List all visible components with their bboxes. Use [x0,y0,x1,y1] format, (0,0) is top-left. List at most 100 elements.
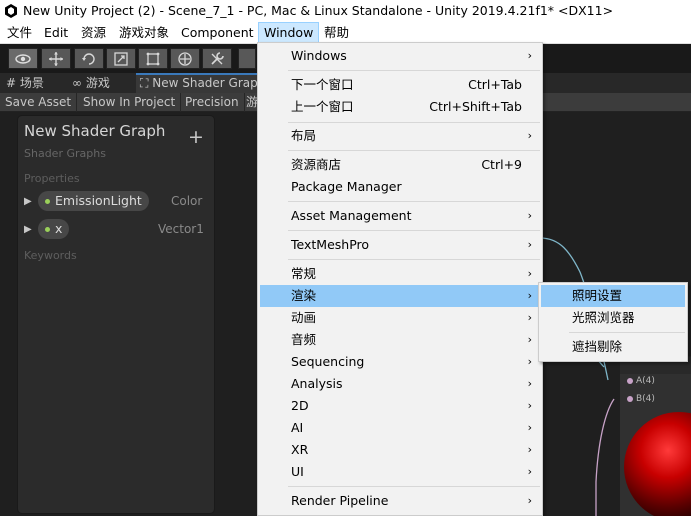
submenu-arrow-icon: › [527,289,532,302]
menu-separator [569,332,685,333]
type-dot-icon [45,199,50,204]
menu-edit[interactable]: Edit [39,22,73,43]
submenu-arrow-icon: › [527,465,532,478]
tab-shader-graph[interactable]: ⛶ New Shader Grap [136,73,260,93]
view-tool-button[interactable] [8,48,38,69]
menu-item-light-explorer[interactable]: 光照浏览器 [541,307,685,329]
shader-graph-icon: ⛶ [140,76,149,90]
rotate-icon [82,52,95,65]
eye-icon [15,53,31,64]
add-property-button[interactable]: + [188,128,204,147]
menu-bar: 文件 Edit 资源 游戏对象 Component Window 帮助 [0,22,691,44]
window-menu: Windows › 下一个窗口 Ctrl+Tab 上一个窗口 Ctrl+Shift+T… [257,42,543,516]
menu-separator [288,230,540,231]
menu-item-ui[interactable]: UI › [260,461,540,483]
port-dot-icon [627,395,633,402]
menu-item-occlusion-culling[interactable]: 遮挡剔除 [541,336,685,358]
property-pill-emissionlight[interactable]: EmissionLight [38,191,149,211]
submenu-arrow-icon: › [527,443,532,456]
submenu-arrow-icon: › [527,129,532,142]
move-tool-button[interactable] [41,48,71,69]
menu-item-lighting-settings[interactable]: 照明设置 [541,285,685,307]
tab-scene[interactable]: # 场景 [2,73,44,93]
transform-icon [178,51,192,66]
menu-item-layout[interactable]: 布局 › [260,125,540,147]
menu-window[interactable]: Window [258,22,320,43]
property-name: x [55,221,63,236]
title-bar: New Unity Project (2) - Scene_7_1 - PC, … [0,0,691,22]
pivot-toggle-button[interactable] [238,48,256,69]
menu-item-package-manager[interactable]: Package Manager [260,176,540,198]
keywords-section-label: Keywords [24,249,77,262]
menu-item-sequencing[interactable]: Sequencing › [260,351,540,373]
menu-item-ai[interactable]: AI › [260,417,540,439]
menu-item-rendering[interactable]: 渲染 › [260,285,540,307]
submenu-arrow-icon: › [527,355,532,368]
menu-separator [288,150,540,151]
menu-assets[interactable]: 资源 [76,22,111,43]
blackboard-subtitle: Shader Graphs [24,147,106,160]
tab-game-label: 游戏 [85,76,110,90]
menu-item-next-window[interactable]: 下一个窗口 Ctrl+Tab [260,74,540,96]
menu-item-asset-management[interactable]: Asset Management › [260,205,540,227]
property-type: Color [171,194,203,208]
submenu-arrow-icon: › [527,209,532,222]
wrench-icon [211,51,224,65]
submenu-arrow-icon: › [527,333,532,346]
save-asset-button[interactable]: Save Asset [0,93,78,112]
window-title: New Unity Project (2) - Scene_7_1 - PC, … [23,3,614,18]
submenu-arrow-icon: › [527,494,532,507]
unity-logo-icon [5,4,17,18]
submenu-arrow-icon: › [527,399,532,412]
tab-shader-graph-label: New Shader Grap [152,76,258,90]
menu-separator [288,486,540,487]
node-port-a[interactable]: A(4) [627,376,655,386]
menu-item-xr[interactable]: XR › [260,439,540,461]
menu-item-prev-window[interactable]: 上一个窗口 Ctrl+Shift+Tab [260,96,540,118]
property-pill-x[interactable]: x [38,219,70,239]
tab-game[interactable]: ∞ 游戏 [68,73,110,93]
rect-tool-button[interactable] [138,48,168,69]
menu-item-textmeshpro[interactable]: TextMeshPro › [260,234,540,256]
rendering-submenu: 照明设置 光照浏览器 遮挡剔除 [538,282,688,362]
menu-item-asset-store[interactable]: 资源商店 Ctrl+9 [260,154,540,176]
rotate-tool-button[interactable] [74,48,104,69]
submenu-arrow-icon: › [527,49,532,62]
menu-item-analysis[interactable]: Analysis › [260,373,540,395]
menu-help[interactable]: 帮助 [319,22,354,43]
menu-item-render-pipeline[interactable]: Render Pipeline › [260,490,540,512]
menu-gameobject[interactable]: 游戏对象 [114,22,174,43]
node-port-b[interactable]: B(4) [627,394,655,404]
expand-arrow-icon[interactable]: ▶ [24,224,32,235]
property-type: Vector1 [158,222,204,236]
menu-separator [288,70,540,71]
submenu-arrow-icon: › [527,311,532,324]
submenu-arrow-icon: › [527,267,532,280]
menu-item-animation[interactable]: 动画 › [260,307,540,329]
submenu-arrow-icon: › [527,421,532,434]
expand-arrow-icon[interactable]: ▶ [24,196,32,207]
move-arrows-icon [49,51,63,66]
menu-item-general[interactable]: 常规 › [260,263,540,285]
menu-component[interactable]: Component [176,22,259,43]
type-dot-icon [45,227,50,232]
transform-tool-button[interactable] [170,48,200,69]
menu-separator [288,122,540,123]
show-in-project-button[interactable]: Show In Project [78,93,182,112]
property-name: EmissionLight [55,193,142,208]
properties-section-label: Properties [24,172,80,185]
blackboard-panel: New Shader Graph Shader Graphs + Propert… [17,115,215,514]
menu-file[interactable]: 文件 [2,22,37,43]
custom-tool-button[interactable] [202,48,232,69]
tab-scene-label: 场景 [19,76,44,90]
scale-tool-button[interactable] [106,48,136,69]
menu-separator [288,201,540,202]
port-dot-icon [627,377,633,384]
menu-item-2d[interactable]: 2D › [260,395,540,417]
menu-item-audio[interactable]: 音频 › [260,329,540,351]
submenu-arrow-icon: › [527,238,532,251]
submenu-arrow-icon: › [527,377,532,390]
precision-dropdown[interactable]: Precision [180,93,245,112]
grid-icon: # [6,76,17,90]
menu-item-windows[interactable]: Windows › [260,45,540,67]
